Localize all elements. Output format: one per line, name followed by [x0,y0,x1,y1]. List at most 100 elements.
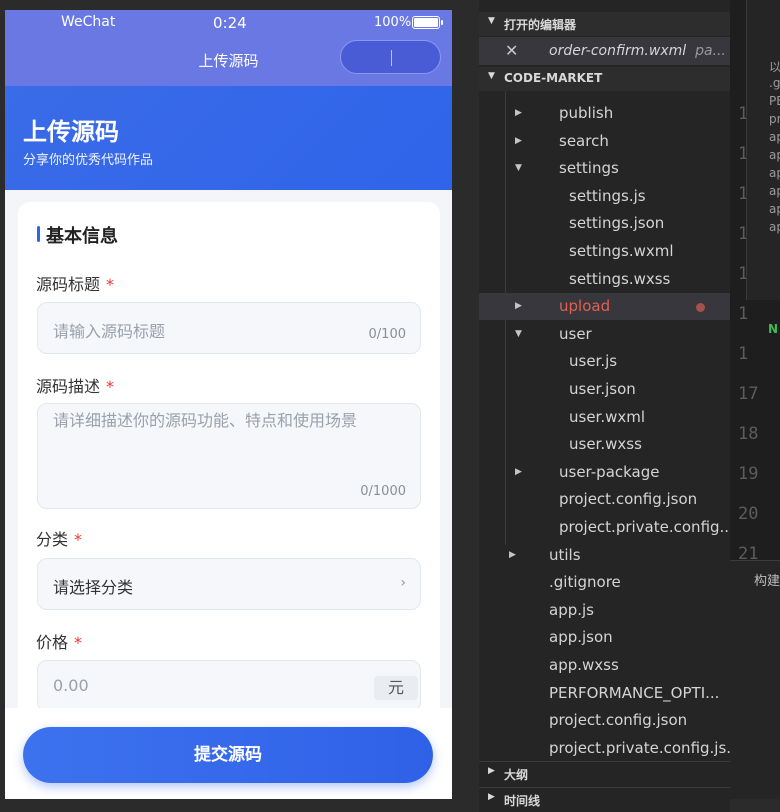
line-number: 19 [738,464,759,484]
title-char-count: 0/100 [368,327,406,342]
tree-file[interactable]: settings.js [479,183,730,210]
price-label: 价格 * [36,633,83,652]
editor-pane: 11111111718192021 以.gPEprapapapapapap N … [730,0,780,799]
title-placeholder: 请输入源码标题 [53,322,166,341]
title-input[interactable]: 请输入源码标题 0/100 [37,302,421,354]
tree-file[interactable]: settings.json [479,210,730,237]
description-label: 源码描述 * [36,377,115,396]
tree-item-label: settings.js [569,186,646,205]
bottom-action-bar: 提交源码 [5,708,452,799]
status-badge: N [768,322,779,336]
phone-simulator: WeChat 0:24 100% 上传源码 上传源码 分享你的优秀代码作品 基本… [5,10,452,799]
tree-item-label: utils [549,545,581,564]
modified-dot-icon [696,303,705,313]
tree-item-label: upload [559,297,611,316]
tree-item-label: settings [559,159,619,178]
tree-folder[interactable]: ▶ user-package [479,459,730,486]
tree-file[interactable]: user.wxss [479,431,730,458]
popup-line: ap [769,220,780,234]
price-unit: 元 [374,676,418,700]
popup-line: ap [769,148,780,162]
tree-item-label: project.config.json [549,711,688,730]
category-picker[interactable]: 请选择分类 › [37,558,421,610]
chevron-down-icon: ▼ [515,163,522,174]
tree-file[interactable]: user.wxml [479,404,730,431]
tree-file[interactable]: project.config.json [479,486,730,513]
tree-file[interactable]: project.private.config.js... [479,735,741,762]
description-textarea[interactable]: 请详细描述你的源码功能、特点和使用场景 0/1000 [37,403,421,509]
tree-item-label: settings.json [569,214,665,233]
chevron-right-icon: ▶ [488,766,495,776]
chevron-right-icon: ▶ [509,549,516,560]
chevron-right-icon: ▶ [515,108,522,118]
timeline-header[interactable]: ▶ 时间线 [479,787,730,812]
open-editor-filename: order-confirm.wxml [549,43,687,59]
line-number: 1 [738,304,749,324]
tree-file[interactable]: user.json [479,376,730,403]
status-bar: WeChat 0:24 100% [5,10,452,36]
chevron-down-icon: ▼ [488,16,495,26]
page-header: 上传源码 分享你的优秀代码作品 [5,86,452,190]
submit-button[interactable]: 提交源码 [23,727,433,783]
tree-item-label: app.wxss [549,656,619,674]
tree-folder[interactable]: ▼ user [479,321,730,348]
tree-item-label: search [559,131,609,150]
tree-item-label: project.config.json [559,490,698,509]
tree-file[interactable]: app.json [479,624,730,651]
popup-line: ap [769,202,780,216]
tree-item-label: project.private.config.... [559,518,739,536]
tree-file[interactable]: project.config.json [479,707,730,734]
tree-item-label: settings.wxml [569,242,674,260]
description-placeholder: 请详细描述你的源码功能、特点和使用场景 [53,411,358,430]
title-label: 源码标题 * [36,275,115,294]
battery-percent: 100% [374,15,412,30]
tree-item-label: user-package [559,462,660,481]
build-tab[interactable]: 构建 [754,570,780,589]
tree-file[interactable]: .gitignore [479,569,730,596]
popup-line: PE [769,94,780,108]
chevron-right-icon: ▶ [515,135,522,146]
tree-file[interactable]: PERFORMANCE_OPTI... [479,680,730,707]
tree-item-label: .gitignore [549,573,621,592]
line-number: 18 [738,424,759,444]
outline-header[interactable]: ▶ 大纲 [479,761,730,786]
tree-file[interactable]: project.private.config.... [479,514,739,541]
project-header[interactable]: ▼ CODE-MARKET [479,67,730,91]
chevron-right-icon: › [400,575,406,591]
tree-file[interactable]: app.wxss [479,652,730,679]
line-number: 17 [738,384,759,404]
tree-item-label: user.js [569,352,618,371]
section-title: 基本信息 [46,226,118,247]
tree-folder[interactable]: ▶ search [479,128,730,155]
tree-file[interactable]: app.js [479,597,730,624]
close-icon[interactable]: ✕ [505,41,518,60]
nav-bar: 上传源码 [5,36,452,86]
tree-item-label: user.wxss [569,435,642,454]
tree-file[interactable]: settings.wxml [479,238,730,265]
menu-capsule-button[interactable] [340,40,441,74]
file-explorer: ▼ 打开的编辑器 ✕ order-confirm.wxml pa... ▼ CO… [479,0,741,812]
tree-folder[interactable]: ▶ upload [479,293,730,321]
clock: 0:24 [213,14,247,32]
category-label: 分类 * [36,530,83,549]
price-input[interactable]: 0.00 元 [37,660,421,712]
open-editors-header[interactable]: ▼ 打开的编辑器 [479,12,730,36]
description-char-count: 0/1000 [360,484,406,499]
tree-folder[interactable]: ▶ utils [479,542,730,569]
price-placeholder: 0.00 [53,676,89,695]
open-editor-item[interactable]: ✕ order-confirm.wxml pa... [479,37,730,65]
tree-item-label: user.json [569,380,636,398]
tree-file[interactable]: user.js [479,348,730,375]
popup-line: 以 [769,60,780,74]
tree-item-label: project.private.config.js... [549,738,741,757]
tree-item-label: publish [559,104,614,122]
lower-panel [730,560,780,799]
tree-folder[interactable]: ▶ publish [479,100,730,127]
hover-popup: 以 .g PE pr ap ap ap ap ap ap [746,0,780,300]
tree-file[interactable]: settings.wxss [479,266,730,293]
tree-folder[interactable]: ▼ settings [479,155,730,182]
category-value: 请选择分类 [53,578,134,597]
chevron-right-icon: ▶ [488,792,495,802]
chevron-down-icon: ▼ [488,71,495,81]
chevron-right-icon: ▶ [515,301,522,312]
